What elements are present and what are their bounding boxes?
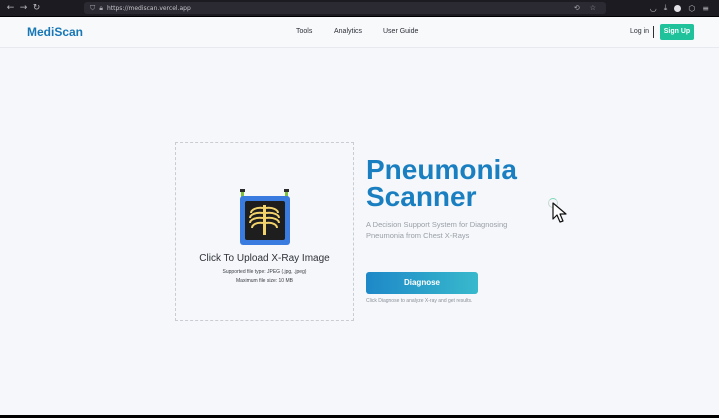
account-icon[interactable] bbox=[674, 4, 682, 12]
upload-title: Click To Upload X-Ray Image bbox=[199, 253, 330, 264]
xray-icon bbox=[240, 189, 290, 245]
login-link[interactable]: Log in bbox=[630, 28, 649, 35]
hero-description: A Decision Support System for Diagnosing… bbox=[366, 220, 508, 240]
translate-icon[interactable]: ⟲ bbox=[574, 2, 580, 14]
diagnose-hint: Click Diagnose to analyze X-ray and get … bbox=[366, 298, 473, 304]
address-bar[interactable]: ⛉ 🔒︎ https://mediscan.vercel.app ⟲ ☆ bbox=[84, 2, 606, 14]
menu-icon[interactable]: ≡ bbox=[702, 4, 709, 13]
url-text: https://mediscan.vercel.app bbox=[106, 4, 191, 12]
signup-button[interactable]: Sign Up bbox=[660, 24, 694, 40]
diagnose-button[interactable]: Diagnose bbox=[366, 272, 478, 294]
site-header: MediScan Tools Analytics User Guide Log … bbox=[0, 17, 719, 48]
nav-analytics[interactable]: Analytics bbox=[334, 28, 362, 35]
upload-supported-types: Supported file type: JPEG (.jpg, .jpeg) bbox=[222, 269, 307, 275]
pocket-icon[interactable]: ◡ bbox=[650, 4, 657, 13]
nav-tools[interactable]: Tools bbox=[296, 28, 312, 35]
bookmark-star-icon[interactable]: ☆ bbox=[590, 2, 596, 14]
shield-icon: ⛉ bbox=[90, 3, 96, 12]
title-line-1: Pneumonia bbox=[366, 154, 517, 185]
page: MediScan Tools Analytics User Guide Log … bbox=[0, 17, 719, 415]
upload-max-size: Maximum file size: 10 MB bbox=[236, 278, 293, 284]
logo[interactable]: MediScan bbox=[27, 25, 83, 39]
extensions-icon[interactable]: ⬡ bbox=[688, 4, 695, 13]
title-line-2: Scanner bbox=[366, 181, 477, 212]
mouse-cursor-icon bbox=[552, 202, 567, 223]
forward-arrow-icon[interactable]: → bbox=[17, 0, 30, 16]
back-arrow-icon[interactable]: ← bbox=[4, 0, 17, 16]
download-icon[interactable]: ⤓ bbox=[664, 3, 668, 13]
browser-toolbar: ← → ↻ ⛉ 🔒︎ https://mediscan.vercel.app ⟲… bbox=[0, 0, 719, 16]
reload-icon[interactable]: ↻ bbox=[30, 0, 43, 16]
upload-dropzone[interactable]: Click To Upload X-Ray Image Supported fi… bbox=[175, 142, 354, 321]
lock-icon: 🔒︎ bbox=[99, 3, 103, 12]
page-title: Pneumonia Scanner bbox=[366, 154, 517, 212]
header-divider bbox=[653, 26, 654, 38]
nav-user-guide[interactable]: User Guide bbox=[383, 28, 418, 35]
